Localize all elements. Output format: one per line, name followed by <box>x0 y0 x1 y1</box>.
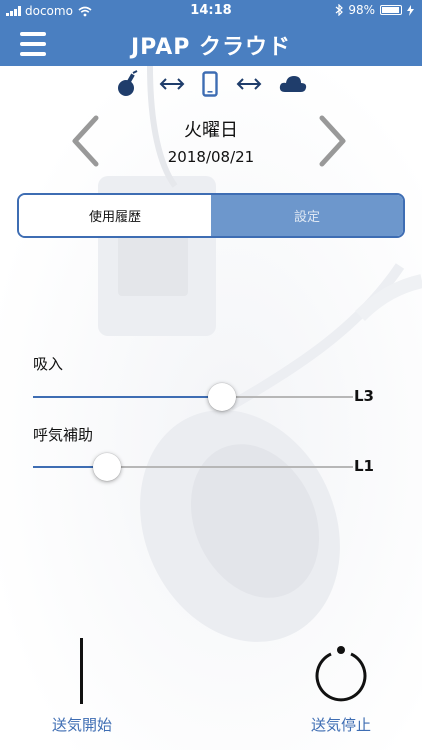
smartphone-icon <box>202 71 218 97</box>
tab-usage-history[interactable]: 使用履歴 <box>19 195 211 236</box>
inhale-level-value: L3 <box>354 387 374 405</box>
segmented-control: 使用履歴 設定 <box>17 193 405 238</box>
left-right-arrow-icon <box>236 78 261 90</box>
battery-icon <box>380 5 402 15</box>
app-screen: docomo 14:18 98% JPAP クラウド 火曜日 2018/08/2… <box>0 0 422 750</box>
inhale-slider-thumb[interactable] <box>208 383 236 411</box>
left-right-arrow-icon <box>159 78 184 90</box>
bluetooth-icon <box>335 4 344 16</box>
day-of-week: 火曜日 <box>184 120 238 141</box>
charging-icon <box>407 4 414 16</box>
device-plug-icon <box>118 70 138 96</box>
selected-date: 2018/08/21 <box>167 148 255 166</box>
stop-airflow-button[interactable]: 送気停止 <box>298 640 384 738</box>
start-bar-icon <box>80 638 83 704</box>
inhale-slider-fill <box>33 396 222 398</box>
exhale-assist-slider-thumb[interactable] <box>93 453 121 481</box>
exhale-assist-slider-track[interactable] <box>33 453 353 481</box>
power-icon <box>315 646 367 702</box>
start-airflow-label: 送気開始 <box>51 716 112 734</box>
inhale-slider-track[interactable] <box>33 383 353 411</box>
cloud-icon <box>279 76 307 92</box>
inhale-label: 吸入 <box>33 355 64 373</box>
nav-bar: JPAP クラウド <box>0 22 422 66</box>
start-airflow-button[interactable]: 送気開始 <box>40 638 124 738</box>
status-right: 98% <box>335 3 414 17</box>
stop-airflow-label: 送気停止 <box>310 716 371 734</box>
connection-status-row <box>115 70 307 98</box>
page-title: JPAP クラウド <box>130 35 292 60</box>
chevron-right-icon[interactable] <box>318 115 348 167</box>
status-bar: docomo 14:18 98% <box>0 0 422 22</box>
battery-percent: 98% <box>348 3 375 17</box>
exhale-assist-level-value: L1 <box>354 457 374 475</box>
tab-settings[interactable]: 設定 <box>211 195 403 236</box>
exhale-assist-label: 呼気補助 <box>33 426 94 444</box>
